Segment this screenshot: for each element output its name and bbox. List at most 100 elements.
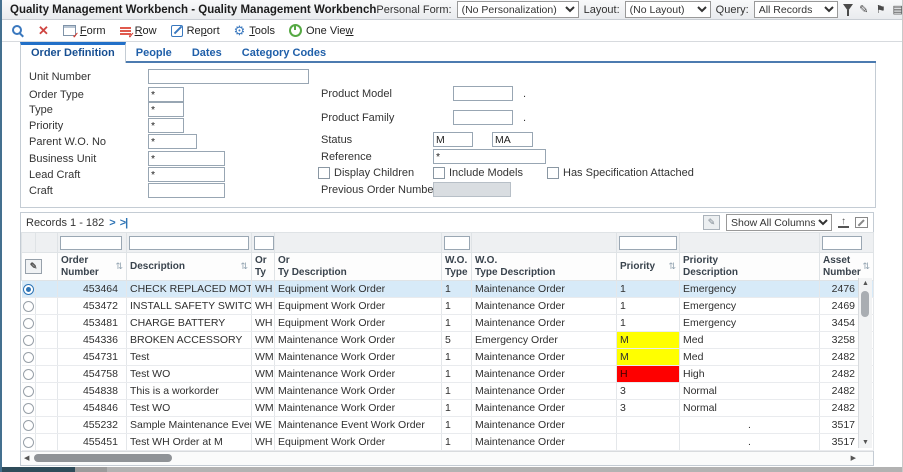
col-header-w-o-type-description[interactable]: W.O.Type Description (472, 253, 617, 281)
cell-wo-type[interactable]: 1 (442, 366, 472, 383)
col-header-order-number[interactable]: OrderNumber⇅ (58, 253, 127, 281)
cell-or-ty-desc[interactable]: Maintenance Work Order (275, 366, 442, 383)
cell-description[interactable]: CHARGE BATTERY (127, 315, 252, 332)
cell-or-ty[interactable]: WM (252, 332, 275, 349)
cell-description[interactable]: Test WO (127, 400, 252, 417)
expand-grid-icon[interactable] (855, 217, 868, 228)
horizontal-scroll-thumb[interactable] (34, 454, 172, 462)
cell-order-number[interactable]: 453481 (58, 315, 127, 332)
cell-wo-type[interactable]: 1 (442, 315, 472, 332)
cell-wo-type[interactable]: 1 (442, 281, 472, 298)
cell-or-ty[interactable]: WH (252, 298, 275, 315)
scroll-right-icon[interactable]: ▶ (851, 452, 856, 465)
cell-or-ty-desc[interactable]: Maintenance Work Order (275, 332, 442, 349)
row-select-cell[interactable] (22, 434, 36, 451)
next-page-icon[interactable]: > (109, 217, 114, 229)
row-select-cell[interactable] (22, 281, 36, 298)
cell-or-ty-desc[interactable]: Maintenance Work Order (275, 400, 442, 417)
row-radio[interactable] (23, 386, 34, 397)
cell-priority-desc[interactable]: . (680, 417, 820, 434)
grid-row[interactable]: 453472INSTALL SAFETY SWITCHWHEquipment W… (22, 298, 874, 315)
flag-icon[interactable]: ⚑ (875, 3, 887, 16)
grid-row[interactable]: 454846Test WOWMMaintenance Work Order1Ma… (22, 400, 874, 417)
cell-or-ty[interactable]: WM (252, 383, 275, 400)
qbe-or-ty-input[interactable] (254, 236, 274, 250)
row-select-cell[interactable] (22, 417, 36, 434)
product-family-field[interactable] (453, 110, 513, 125)
form-field-lead-craft[interactable] (148, 167, 225, 182)
row-radio[interactable] (23, 335, 34, 346)
cell-wo-type-desc[interactable]: Maintenance Order (472, 281, 617, 298)
cell-wo-type-desc[interactable]: Maintenance Order (472, 417, 617, 434)
cell-order-number[interactable]: 455451 (58, 434, 127, 451)
cell-or-ty-desc[interactable]: Maintenance Event Work Order (275, 417, 442, 434)
grid-row[interactable]: 455451Test WH Order at MWHEquipment Work… (22, 434, 874, 451)
cell-priority-desc[interactable]: Emergency (680, 281, 820, 298)
query-select[interactable]: All Records (754, 1, 838, 18)
cell-priority-desc[interactable]: Normal (680, 400, 820, 417)
col-header-priority-description[interactable]: PriorityDescription (680, 253, 820, 281)
cell-wo-type-desc[interactable]: Maintenance Order (472, 366, 617, 383)
col-header-or-ty-description[interactable]: OrTy Description (275, 253, 442, 281)
cell-order-number[interactable]: 455232 (58, 417, 127, 434)
grid-format-icon[interactable]: ✎ (703, 215, 720, 230)
cell-or-ty[interactable]: WH (252, 281, 275, 298)
grid-row[interactable]: 454838This is a workorderWMMaintenance W… (22, 383, 874, 400)
cell-priority[interactable]: 3 (617, 383, 680, 400)
col-header-priority[interactable]: Priority⇅ (617, 253, 680, 281)
tab-order-definition[interactable]: Order Definition (20, 42, 126, 63)
cell-priority[interactable]: H (617, 366, 680, 383)
horizontal-scrollbar[interactable]: ◀ ▶ (21, 451, 873, 465)
cell-description[interactable]: INSTALL SAFETY SWITCH (127, 298, 252, 315)
cell-priority[interactable]: 1 (617, 298, 680, 315)
vertical-scrollbar[interactable]: ▲ ▼ (858, 278, 872, 448)
layout-select[interactable]: (No Layout) (625, 1, 711, 18)
cell-wo-type-desc[interactable]: Maintenance Order (472, 298, 617, 315)
form-field-order-type[interactable] (148, 87, 184, 102)
row-radio[interactable] (23, 318, 34, 329)
cell-order-number[interactable]: 454846 (58, 400, 127, 417)
cell-description[interactable]: This is a workorder (127, 383, 252, 400)
find-button[interactable] (6, 20, 30, 41)
qbe-asset-number-input[interactable] (822, 236, 862, 250)
grid-row[interactable]: 454731TestWMMaintenance Work Order1Maint… (22, 349, 874, 366)
cell-wo-type-desc[interactable]: Maintenance Order (472, 383, 617, 400)
select-all-header[interactable]: ✎ (22, 253, 58, 281)
form-field-priority[interactable] (148, 118, 184, 133)
cell-wo-type[interactable]: 1 (442, 400, 472, 417)
tools-menu-button[interactable]: ⚙ Tools (228, 20, 281, 41)
cell-description[interactable]: Sample Maintenance Event WO (127, 417, 252, 434)
row-radio[interactable] (23, 369, 34, 380)
has-specification-checkbox[interactable]: Has Specification Attached (547, 167, 694, 179)
form-field-unit-number[interactable] (148, 69, 309, 84)
cell-description[interactable]: BROKEN ACCESSORY (127, 332, 252, 349)
cell-or-ty-desc[interactable]: Maintenance Work Order (275, 383, 442, 400)
row-radio[interactable] (23, 284, 34, 295)
cell-or-ty-desc[interactable]: Equipment Work Order (275, 281, 442, 298)
cell-priority-desc[interactable]: . (680, 434, 820, 451)
product-model-field[interactable] (453, 86, 513, 101)
cell-wo-type-desc[interactable]: Maintenance Order (472, 349, 617, 366)
cell-order-number[interactable]: 454758 (58, 366, 127, 383)
cell-wo-type[interactable]: 1 (442, 434, 472, 451)
row-select-cell[interactable] (22, 315, 36, 332)
row-select-cell[interactable] (22, 366, 36, 383)
cell-wo-type[interactable]: 1 (442, 383, 472, 400)
grid-row[interactable]: 455232Sample Maintenance Event WOWEMaint… (22, 417, 874, 434)
cell-wo-type-desc[interactable]: Maintenance Order (472, 400, 617, 417)
tab-category-codes[interactable]: Category Codes (232, 45, 336, 61)
cell-or-ty[interactable]: WH (252, 434, 275, 451)
one-view-menu-button[interactable]: One View (283, 20, 360, 41)
cell-priority[interactable]: 1 (617, 315, 680, 332)
cell-order-number[interactable]: 454336 (58, 332, 127, 349)
row-radio[interactable] (23, 403, 34, 414)
cell-priority-desc[interactable]: Emergency (680, 315, 820, 332)
cell-or-ty-desc[interactable]: Equipment Work Order (275, 434, 442, 451)
cell-priority-desc[interactable]: Normal (680, 383, 820, 400)
edit-query-icon[interactable]: ✎ (858, 3, 870, 16)
tab-people[interactable]: People (126, 45, 182, 61)
scroll-left-icon[interactable]: ◀ (24, 452, 29, 465)
last-page-icon[interactable]: >| (120, 217, 128, 229)
cell-priority[interactable] (617, 417, 680, 434)
sort-icon[interactable]: ⇅ (240, 261, 248, 271)
